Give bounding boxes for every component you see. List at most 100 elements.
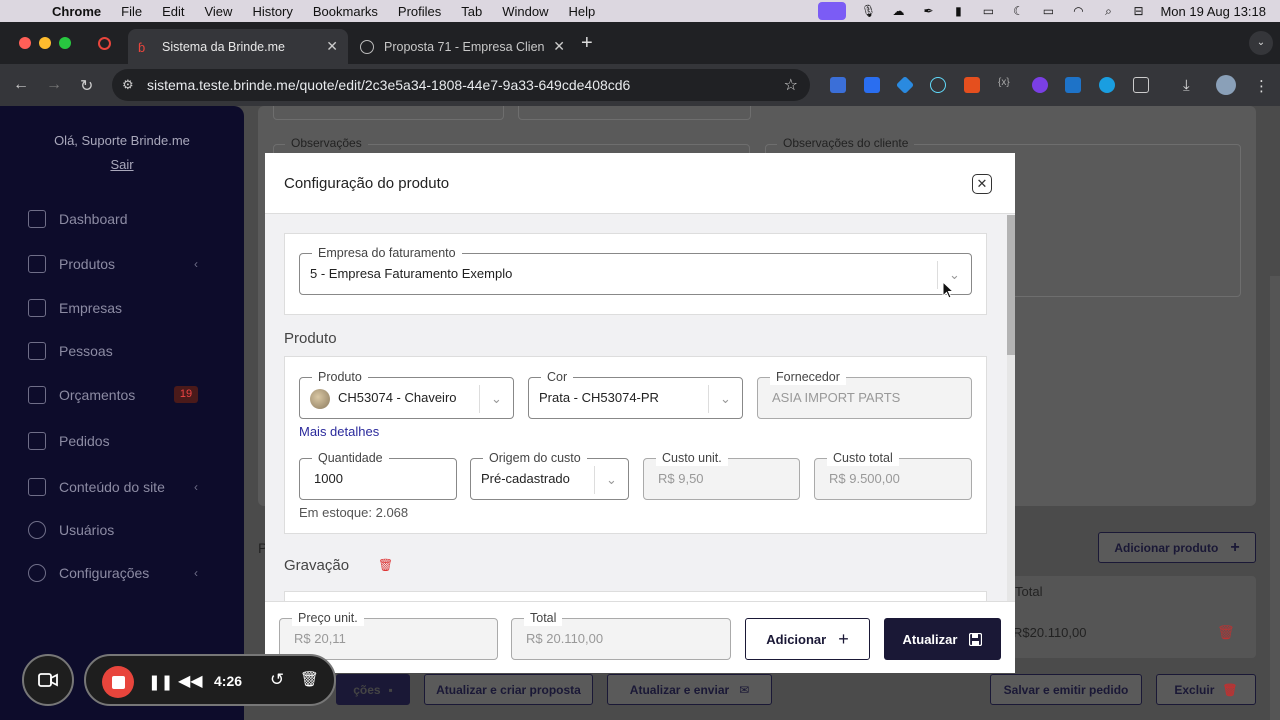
reload-icon[interactable]: ↻: [80, 76, 93, 96]
back-icon[interactable]: ←: [13, 76, 29, 94]
save-emit-order-button[interactable]: Salvar e emitir pedido: [990, 674, 1142, 705]
trash-icon[interactable]: 🗑: [378, 558, 393, 572]
recording-controls: ❚❚ ◀◀ 4:26 ↺ 🗑: [84, 654, 336, 706]
control-center-icon[interactable]: ⊟: [1130, 4, 1146, 18]
weather-icon[interactable]: ☁: [890, 4, 906, 18]
close-window-button[interactable]: [19, 37, 31, 49]
sidebar-item-usuarios[interactable]: Usuários: [28, 518, 198, 542]
tab-proposta[interactable]: Proposta 71 - Empresa Cliente ✕: [350, 29, 575, 64]
profile-avatar[interactable]: [1216, 75, 1236, 95]
extension-gear-icon[interactable]: [1032, 77, 1048, 93]
screen-record-icon[interactable]: [818, 2, 847, 20]
camera-toggle-button[interactable]: [22, 654, 74, 706]
cost-origin-select[interactable]: Origem do custo Pré-cadastrado ⌄: [470, 450, 629, 500]
billing-company-select[interactable]: Empresa do faturamento 5 - Empresa Fatur…: [299, 245, 972, 295]
tab-close-icon[interactable]: ✕: [553, 38, 565, 55]
sidebar-item-pessoas[interactable]: Pessoas: [28, 339, 198, 363]
product-select[interactable]: Produto CH53074 - Chaveiro ⌄: [299, 369, 514, 419]
site-settings-icon[interactable]: ⚙: [122, 77, 134, 93]
microphone-icon[interactable]: 🎙: [860, 4, 876, 18]
sidebar-item-label: Pessoas: [59, 343, 113, 359]
menu-help[interactable]: Help: [569, 4, 596, 19]
more-details-link[interactable]: Mais detalhes: [299, 424, 379, 439]
menu-edit[interactable]: Edit: [162, 4, 184, 19]
close-icon[interactable]: ✕: [972, 174, 992, 194]
update-send-label: Atualizar e enviar: [629, 682, 730, 697]
sidebar-item-conteudo[interactable]: Conteúdo do site ‹: [28, 475, 198, 499]
menu-history[interactable]: History: [252, 4, 292, 19]
menu-profiles[interactable]: Profiles: [398, 4, 441, 19]
download-icon[interactable]: ⤓: [1183, 77, 1199, 94]
bg-observacoes-label: Observações: [285, 136, 368, 150]
sidebar-item-orcamentos[interactable]: Orçamentos 19: [28, 383, 198, 407]
pause-icon[interactable]: ❚❚: [148, 673, 173, 691]
menubar-clock[interactable]: Mon 19 Aug 13:18: [1160, 4, 1266, 19]
extensions-puzzle-icon[interactable]: [1133, 77, 1149, 93]
minimize-window-button[interactable]: [39, 37, 51, 49]
search-icon[interactable]: ⌕: [1100, 4, 1116, 18]
extension-diamond-icon[interactable]: [895, 75, 915, 95]
update-button-label: Atualizar: [902, 631, 958, 647]
menu-bookmarks[interactable]: Bookmarks: [313, 4, 378, 19]
unit-price-value: R$ 20,11: [294, 631, 346, 646]
extension-cloud-icon[interactable]: [1099, 77, 1115, 93]
wifi-icon[interactable]: ◠: [1070, 4, 1086, 18]
quantity-input[interactable]: Quantidade 1000: [299, 450, 457, 500]
add-button[interactable]: Adicionar +: [745, 618, 870, 660]
restart-icon[interactable]: ↺: [270, 670, 284, 690]
tab-sistema[interactable]: ɓ Sistema da Brinde.me ✕: [128, 29, 348, 64]
chevron-down-icon[interactable]: ⌄: [594, 466, 628, 494]
menu-file[interactable]: File: [121, 4, 142, 19]
unit-cost-label: Custo unit.: [656, 450, 728, 466]
maximize-window-button[interactable]: [59, 37, 71, 49]
browser-toolbar: ← → ↻ ⚙ sistema.teste.brinde.me/quote/ed…: [0, 64, 1280, 106]
bookmark-star-icon[interactable]: ☆: [784, 75, 798, 95]
extension-html-icon[interactable]: [964, 77, 980, 93]
battery-icon[interactable]: ▭: [1040, 4, 1056, 18]
url-text[interactable]: sistema.teste.brinde.me/quote/edit/2c3e5…: [147, 77, 630, 93]
add-product-button[interactable]: Adicionar produto +: [1098, 532, 1256, 563]
new-tab-icon[interactable]: +: [581, 32, 593, 55]
forward-icon[interactable]: →: [46, 76, 62, 94]
color-select[interactable]: Cor Prata - CH53074-PR ⌄: [528, 369, 743, 419]
feather-icon[interactable]: ✒: [920, 4, 936, 18]
tab-close-icon[interactable]: ✕: [326, 38, 338, 55]
delete-button[interactable]: Excluir 🗑: [1156, 674, 1256, 705]
extension-braces-icon[interactable]: {x}: [998, 77, 1014, 93]
update-create-proposal-button[interactable]: Atualizar e criar proposta: [424, 674, 593, 705]
extension-css-icon[interactable]: [1065, 77, 1081, 93]
sidebar-item-empresas[interactable]: Empresas: [28, 296, 198, 320]
stop-recording-button[interactable]: [102, 666, 134, 698]
modal-scrollbar-thumb[interactable]: [1007, 215, 1015, 355]
menu-tab[interactable]: Tab: [461, 4, 482, 19]
more-menu-icon[interactable]: ⋮: [1254, 77, 1270, 95]
moon-icon[interactable]: ☾: [1010, 4, 1026, 18]
trash-icon[interactable]: 🗑: [300, 670, 319, 688]
save-button[interactable]: ções ▪: [336, 674, 410, 705]
sidebar-item-produtos[interactable]: Produtos ‹: [28, 252, 198, 276]
modal-scrollbar[interactable]: [1007, 215, 1015, 601]
floppy-icon: [969, 632, 983, 646]
menu-app[interactable]: Chrome: [52, 4, 101, 19]
menu-view[interactable]: View: [204, 4, 232, 19]
chevron-down-icon[interactable]: ⌄: [479, 385, 513, 413]
extension-code-icon[interactable]: [830, 77, 846, 93]
trash-icon[interactable]: 🗑: [1217, 624, 1235, 641]
window-icon[interactable]: ▭: [980, 4, 996, 18]
chevron-down-icon[interactable]: ⌄: [708, 385, 742, 413]
sidebar-item-pedidos[interactable]: Pedidos: [28, 429, 198, 453]
update-button[interactable]: Atualizar: [884, 618, 1001, 660]
tab-search-icon[interactable]: ⌄: [1249, 31, 1273, 55]
address-bar[interactable]: ⚙ sistema.teste.brinde.me/quote/edit/2c3…: [112, 69, 810, 101]
clipboard-icon: [28, 432, 46, 450]
app-status-icon[interactable]: ▮: [950, 4, 966, 18]
sidebar-item-label: Usuários: [59, 522, 115, 538]
menu-window[interactable]: Window: [502, 4, 548, 19]
sidebar-item-dashboard[interactable]: Dashboard: [28, 207, 198, 231]
sidebar-item-configuracoes[interactable]: Configurações ‹: [28, 561, 198, 585]
logout-link[interactable]: Sair: [0, 157, 244, 172]
extension-box-icon[interactable]: [864, 77, 880, 93]
extension-react-icon[interactable]: [930, 77, 946, 93]
rewind-icon[interactable]: ◀◀: [178, 671, 203, 691]
update-send-button[interactable]: Atualizar e enviar ✉: [607, 674, 772, 705]
